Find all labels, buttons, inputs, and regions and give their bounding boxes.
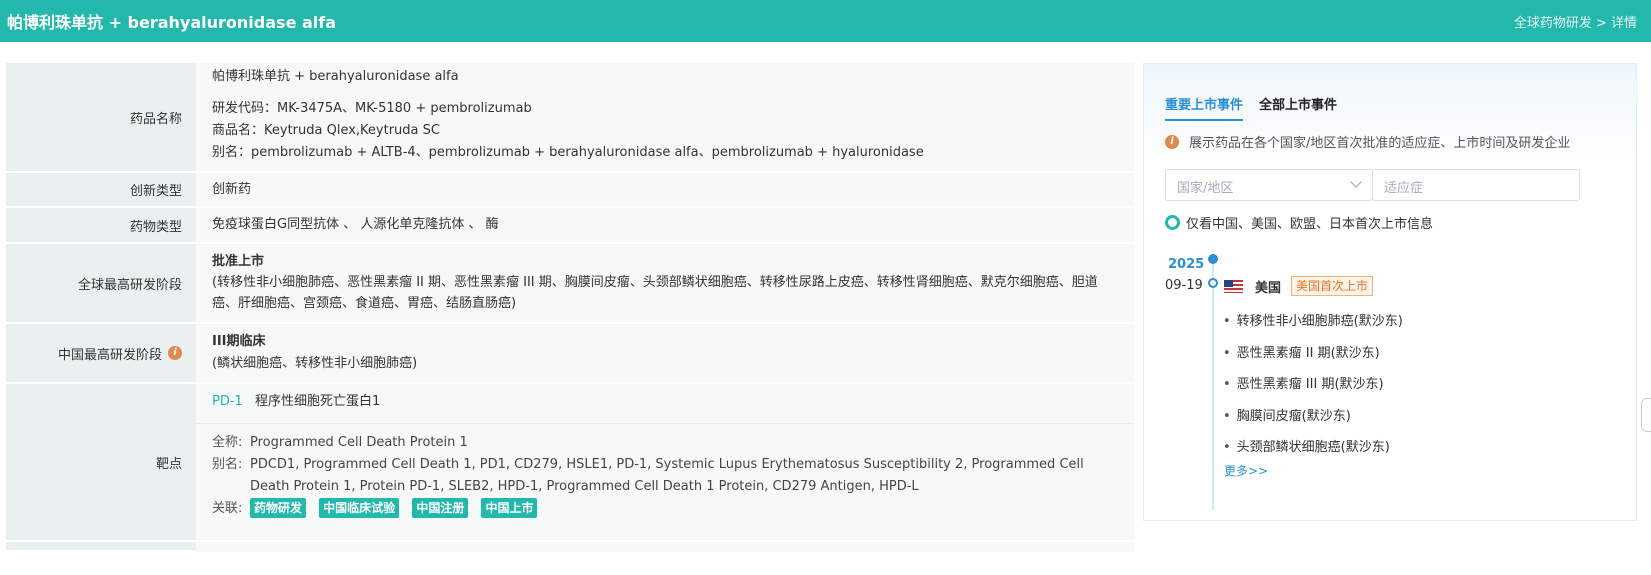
timeline-event-dot [1208,278,1218,288]
drug-type-value: 免疫球蛋白G同型抗体 、 人源化单克隆抗体 、 酶 [196,208,1134,242]
row-label: 中国最高研发阶段 i [6,324,196,382]
country-select[interactable]: 国家/地区 [1165,169,1373,201]
target-code-link[interactable]: PD-1 [212,394,243,409]
tag-china-trials[interactable]: 中国临床试验 [319,498,400,518]
tag-china-registration[interactable]: 中国注册 [412,498,469,518]
radio-icon[interactable] [1165,215,1180,230]
china-phase-status: III期临床 [212,334,266,349]
market-events-panel: 重要上市事件 全部上市事件 i 展示药品在各个国家/地区首次批准的适应症、上市时… [1143,63,1637,521]
info-icon: i [1165,134,1179,149]
timeline-date: 09-19 [1165,278,1203,293]
trade-name: 商品名：Keytruda Qlex,Keytruda SC [212,123,440,138]
row-drug-name: 药品名称 帕博利珠单抗 + berahyaluronidase alfa 研发代… [6,63,1134,173]
target-aliases: PDCD1, Programmed Cell Death 1, PD1, CD2… [250,457,1084,494]
target-full-name: Programmed Cell Death Protein 1 [250,435,468,450]
top-bar: 帕博利珠单抗 + berahyaluronidase alfa 全球药物研发 >… [0,0,1651,42]
global-phase-indications[interactable]: (转移性非小细胞肺癌、恶性黑素瘤 II 期、恶性黑素瘤 III 期、胸膜间皮瘤、… [212,272,1120,314]
country-placeholder: 国家/地区 [1177,181,1234,196]
info-icon[interactable]: i [168,346,182,360]
drug-name: 帕博利珠单抗 + berahyaluronidase alfa [212,69,459,84]
row-next [6,542,1134,552]
divider [196,423,1134,424]
list-item[interactable]: 胸膜间皮瘤(默沙东) [1223,401,1403,433]
list-item[interactable]: 头颈部鳞状细胞癌(默沙东) [1223,432,1403,464]
drug-info-table: 药品名称 帕博利珠单抗 + berahyaluronidase alfa 研发代… [6,63,1134,552]
china-phase-label: 中国最高研发阶段 [57,347,162,363]
list-item[interactable]: 转移性非小细胞肺癌(默沙东) [1223,306,1403,338]
collapse-handle[interactable] [1641,398,1651,432]
global-phase-status: 批准上市 [212,254,265,269]
dev-code: 研发代码：MK-3475A、MK-5180 + pembrolizumab [212,101,532,116]
tag-drug-rnd[interactable]: 药物研发 [250,498,307,518]
row-target: 靶点 PD-1 程序性细胞死亡蛋白1 全称: Programmed Cell D… [6,384,1134,542]
first-launch-badge: 美国首次上市 [1291,276,1374,296]
indication-input[interactable]: 适应症 [1372,169,1580,201]
tab-key-events[interactable]: 重要上市事件 [1165,94,1244,121]
row-drug-type: 药物类型 免疫球蛋白G同型抗体 、 人源化单克隆抗体 、 酶 [6,208,1134,244]
tab-all-events[interactable]: 全部上市事件 [1259,94,1337,121]
drug-alias: 别名：pembrolizumab + ALTB-4、pembrolizumab … [212,145,924,160]
row-innovation-type: 创新类型 创新药 [6,173,1134,208]
timeline-line [1212,256,1214,510]
row-label: 药品名称 [6,63,196,171]
row-label: 药物类型 [6,208,196,242]
list-item[interactable]: 恶性黑素瘤 II 期(默沙东) [1223,338,1403,370]
china-phase-indications[interactable]: (鳞状细胞癌、转移性非小细胞肺癌) [212,353,1120,375]
row-label: 创新类型 [6,173,196,206]
row-china-phase: 中国最高研发阶段 i III期临床 (鳞状细胞癌、转移性非小细胞肺癌) [6,324,1134,384]
country-name: 美国 [1255,280,1282,296]
list-item[interactable]: 恶性黑素瘤 III 期(默沙东) [1223,369,1403,401]
indication-placeholder: 适应症 [1384,181,1424,196]
page-title: 帕博利珠单抗 + berahyaluronidase alfa [7,13,337,32]
panel-hint: i 展示药品在各个国家/地区首次批准的适应症、上市时间及研发企业 [1165,132,1570,151]
indication-list: 转移性非小细胞肺癌(默沙东) 恶性黑素瘤 II 期(默沙东) 恶性黑素瘤 III… [1223,306,1403,464]
more-link[interactable]: 更多>> [1224,462,1268,479]
row-global-phase: 全球最高研发阶段 批准上市 (转移性非小细胞肺癌、恶性黑素瘤 II 期、恶性黑素… [6,244,1134,324]
row-label: 靶点 [6,384,196,540]
target-name: 程序性细胞死亡蛋白1 [254,394,381,409]
hint-text: 展示药品在各个国家/地区首次批准的适应症、上市时间及研发企业 [1189,136,1571,151]
chevron-down-icon [1350,176,1362,188]
row-label: 全球最高研发阶段 [6,244,196,322]
full-name-label: 全称: [212,435,243,450]
innovation-type-value: 创新药 [196,173,1134,206]
timeline-year: 2025 [1168,257,1205,272]
event-tabs: 重要上市事件 全部上市事件 [1165,94,1337,121]
alias-label: 别名: [212,457,243,472]
related-label: 关联: [212,501,243,516]
radio-label: 仅看中国、美国、欧盟、日本首次上市信息 [1186,217,1434,232]
tag-china-market[interactable]: 中国上市 [481,498,538,518]
breadcrumb[interactable]: 全球药物研发 > 详情 [1514,12,1637,31]
us-flag-icon [1224,279,1243,293]
event-country: 美国 美国首次上市 [1224,276,1374,296]
filter-radio[interactable]: 仅看中国、美国、欧盟、日本首次上市信息 [1165,213,1433,232]
timeline-year-dot [1208,254,1218,264]
